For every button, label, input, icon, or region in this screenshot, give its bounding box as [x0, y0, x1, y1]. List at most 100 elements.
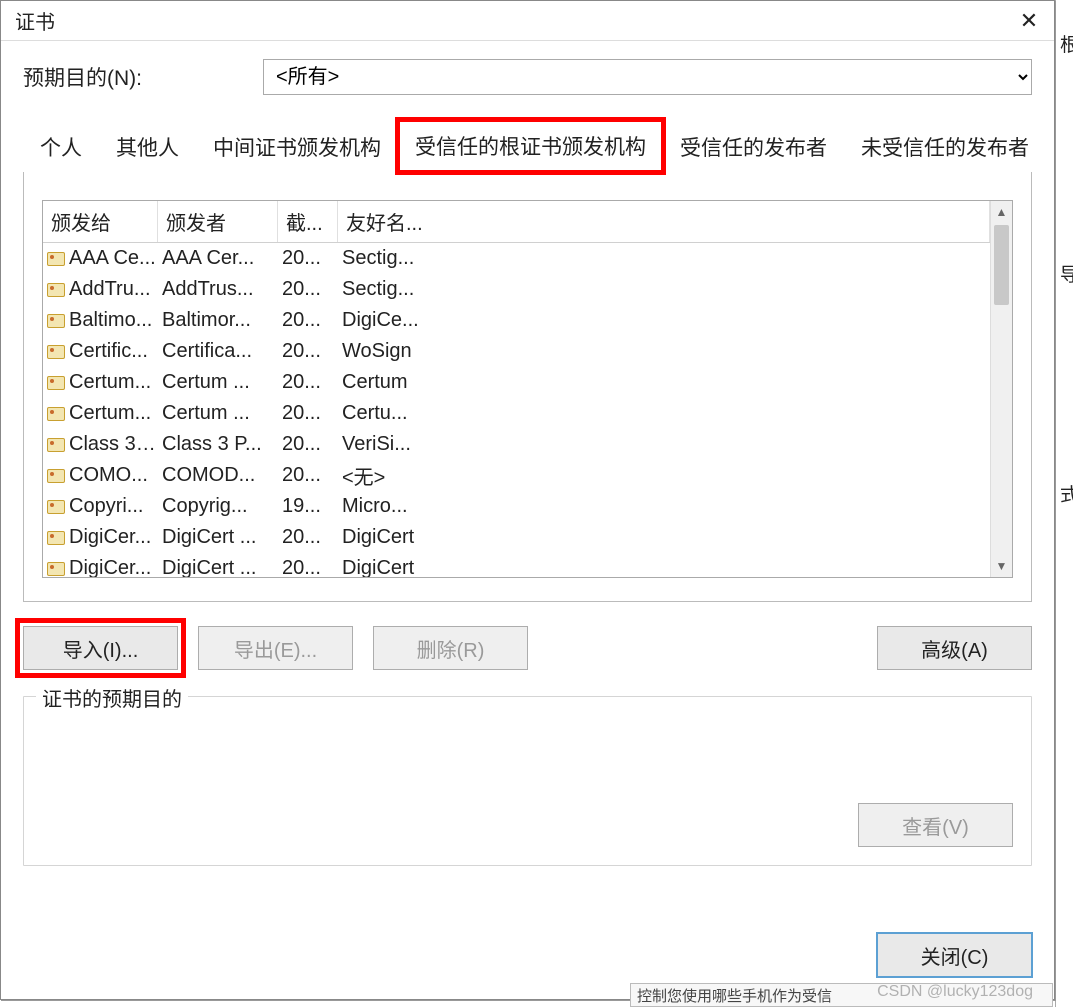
- certificate-icon: [47, 500, 65, 514]
- cell-issued-by: Certum ...: [162, 402, 282, 425]
- table-row[interactable]: Copyri...Copyrig...19...Micro...: [43, 491, 990, 522]
- cell-expiration: 20...: [282, 340, 342, 363]
- cell-friendly-name: Sectig...: [342, 247, 990, 270]
- intended-purposes-group: 证书的预期目的 查看(V): [23, 696, 1032, 866]
- cell-issued-to: COMO...: [69, 464, 162, 487]
- view-button[interactable]: 查看(V): [858, 803, 1013, 847]
- tab-personal[interactable]: 个人: [23, 121, 99, 172]
- cell-expiration: 20...: [282, 278, 342, 301]
- intended-purpose-select[interactable]: <所有>: [263, 59, 1032, 95]
- bg-char: 式: [1060, 480, 1073, 507]
- action-button-row: 导入(I)... 导出(E)... 删除(R) 高级(A): [23, 626, 1032, 670]
- cell-issued-to: Certific...: [69, 340, 162, 363]
- cell-issued-to: DigiCer...: [69, 557, 162, 577]
- table-row[interactable]: COMO...COMOD...20...<无>: [43, 460, 990, 491]
- scroll-up-icon[interactable]: ▲: [991, 201, 1012, 223]
- cell-friendly-name: Certu...: [342, 402, 990, 425]
- cell-issued-by: Certifica...: [162, 340, 282, 363]
- cell-expiration: 20...: [282, 247, 342, 270]
- table-row[interactable]: Class 3 ...Class 3 P...20...VeriSi...: [43, 429, 990, 460]
- certificate-icon: [47, 283, 65, 297]
- cell-friendly-name: DigiCert: [342, 526, 990, 549]
- intended-purpose-label: 预期目的(N):: [23, 62, 263, 92]
- cell-expiration: 20...: [282, 402, 342, 425]
- certificate-icon: [47, 345, 65, 359]
- cell-issued-by: Baltimor...: [162, 309, 282, 332]
- cell-issued-to: Baltimo...: [69, 309, 162, 332]
- group-legend: 证书的预期目的: [36, 683, 188, 712]
- advanced-button[interactable]: 高级(A): [877, 626, 1032, 670]
- export-button[interactable]: 导出(E)...: [198, 626, 353, 670]
- title-bar: 证书 ✕: [1, 1, 1054, 41]
- tab-intermediate-ca[interactable]: 中间证书颁发机构: [196, 121, 398, 172]
- tab-trusted-publishers[interactable]: 受信任的发布者: [663, 121, 844, 172]
- cell-expiration: 20...: [282, 557, 342, 577]
- background-panel: 根 导 式: [1055, 0, 1073, 1007]
- list-inner: 颁发给 颁发者 截... 友好名... AAA Ce...AAA Cer...2…: [43, 201, 990, 577]
- table-row[interactable]: AAA Ce...AAA Cer...20...Sectig...: [43, 243, 990, 274]
- cell-issued-to: Certum...: [69, 371, 162, 394]
- cell-issued-to: AAA Ce...: [69, 247, 162, 270]
- column-headers: 颁发给 颁发者 截... 友好名...: [43, 201, 990, 243]
- certificate-icon: [47, 252, 65, 266]
- cell-issued-by: Class 3 P...: [162, 433, 282, 456]
- cell-expiration: 20...: [282, 371, 342, 394]
- scroll-thumb[interactable]: [994, 225, 1009, 305]
- col-issued-to[interactable]: 颁发给: [43, 201, 158, 242]
- certificate-icon: [47, 562, 65, 576]
- scrollbar[interactable]: ▲ ▼: [990, 201, 1012, 577]
- certificates-dialog: 证书 ✕ 预期目的(N): <所有> 个人 其他人 中间证书颁发机构 受信任的根…: [0, 0, 1055, 1000]
- certificate-list[interactable]: 颁发给 颁发者 截... 友好名... AAA Ce...AAA Cer...2…: [42, 200, 1013, 578]
- cell-friendly-name: VeriSi...: [342, 433, 990, 456]
- cell-expiration: 20...: [282, 309, 342, 332]
- table-row[interactable]: Certum...Certum ...20...Certu...: [43, 398, 990, 429]
- bg-char: 根: [1060, 30, 1073, 57]
- cell-issued-to: DigiCer...: [69, 526, 162, 549]
- table-row[interactable]: DigiCer...DigiCert ...20...DigiCert: [43, 553, 990, 577]
- cell-issued-to: Class 3 ...: [69, 433, 162, 456]
- tab-strip: 个人 其他人 中间证书颁发机构 受信任的根证书颁发机构 受信任的发布者 未受信任…: [23, 119, 1032, 172]
- cell-issued-by: DigiCert ...: [162, 526, 282, 549]
- cell-friendly-name: Micro...: [342, 495, 990, 518]
- tab-untrusted-publishers[interactable]: 未受信任的发布者: [844, 121, 1046, 172]
- table-row[interactable]: Certum...Certum ...20...Certum: [43, 367, 990, 398]
- remove-button[interactable]: 删除(R): [373, 626, 528, 670]
- cell-issued-by: AAA Cer...: [162, 247, 282, 270]
- certificate-icon: [47, 314, 65, 328]
- table-row[interactable]: AddTru...AddTrus...20...Sectig...: [43, 274, 990, 305]
- scroll-down-icon[interactable]: ▼: [991, 555, 1012, 577]
- table-row[interactable]: Baltimo...Baltimor...20...DigiCe...: [43, 305, 990, 336]
- cell-expiration: 20...: [282, 433, 342, 456]
- cell-friendly-name: DigiCe...: [342, 309, 990, 332]
- cell-issued-to: Certum...: [69, 402, 162, 425]
- cell-friendly-name: Certum: [342, 371, 990, 394]
- cell-issued-by: AddTrus...: [162, 278, 282, 301]
- rows-container: AAA Ce...AAA Cer...20...Sectig...AddTru.…: [43, 243, 990, 577]
- close-dialog-button[interactable]: 关闭(C): [877, 933, 1032, 977]
- col-friendly-name[interactable]: 友好名...: [338, 201, 990, 242]
- import-button[interactable]: 导入(I)...: [23, 626, 178, 670]
- cell-issued-to: AddTru...: [69, 278, 162, 301]
- dialog-content: 预期目的(N): <所有> 个人 其他人 中间证书颁发机构 受信任的根证书颁发机…: [1, 41, 1054, 999]
- cell-issued-by: COMOD...: [162, 464, 282, 487]
- cell-friendly-name: <无>: [342, 461, 990, 490]
- cell-friendly-name: Sectig...: [342, 278, 990, 301]
- col-issued-by[interactable]: 颁发者: [158, 201, 278, 242]
- cell-issued-by: Certum ...: [162, 371, 282, 394]
- footer-row: 关闭(C): [23, 907, 1032, 977]
- intended-purpose-row: 预期目的(N): <所有>: [23, 59, 1032, 95]
- table-row[interactable]: Certific...Certifica...20...WoSign: [43, 336, 990, 367]
- table-row[interactable]: DigiCer...DigiCert ...20...DigiCert: [43, 522, 990, 553]
- close-icon: ✕: [1020, 8, 1038, 34]
- tab-trusted-root-ca[interactable]: 受信任的根证书颁发机构: [398, 120, 663, 172]
- col-expiration[interactable]: 截...: [278, 201, 338, 242]
- cell-issued-by: Copyrig...: [162, 495, 282, 518]
- background-strip: 控制您使用哪些手机作为受信: [630, 983, 1053, 1007]
- bg-char: 导: [1060, 260, 1073, 287]
- tab-other-people[interactable]: 其他人: [99, 121, 196, 172]
- certificate-icon: [47, 438, 65, 452]
- cell-friendly-name: WoSign: [342, 340, 990, 363]
- cell-expiration: 19...: [282, 495, 342, 518]
- dialog-title: 证书: [15, 6, 55, 35]
- close-button[interactable]: ✕: [1004, 1, 1054, 40]
